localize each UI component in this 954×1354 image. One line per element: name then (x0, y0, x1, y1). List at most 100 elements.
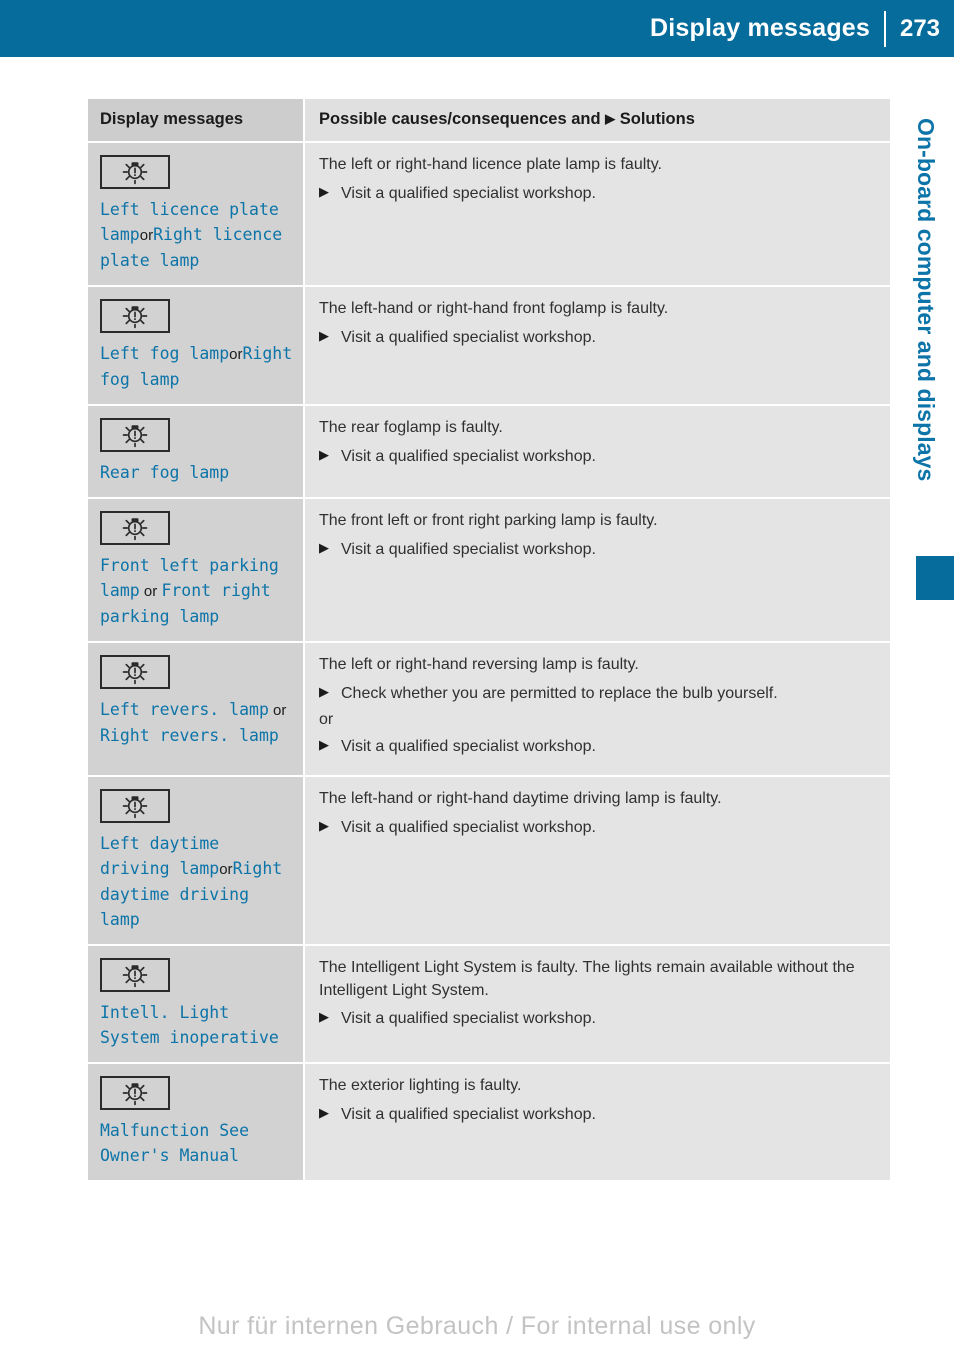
solution-step: ▶ Visit a qualified specialist workshop. (319, 183, 878, 206)
message-display-term: Left daytime driving lamp (100, 834, 220, 879)
solution-alternative-label: or (319, 711, 334, 729)
message-conjunction: or (268, 702, 287, 719)
solution-step: ▶ Visit a qualified specialist workshop. (319, 446, 878, 469)
cause-text: The exterior lighting is faulty. (319, 1077, 522, 1094)
table-row: Front left parking lamp or Front right p… (88, 497, 890, 641)
message-conjunction: or (229, 346, 243, 363)
message-display-term: Left fog lamp (100, 344, 230, 363)
solution-triangle-icon: ▶ (319, 446, 329, 462)
chapter-tab-label: On-board computer and displays (913, 118, 939, 482)
message-cell: Left licence plate lamporRight licence p… (88, 143, 305, 285)
message-conjunction: or (219, 861, 233, 879)
lamp-malfunction-icon (100, 655, 170, 689)
solution-step-text: Visit a qualified specialist workshop. (341, 1105, 596, 1123)
column-header-display-messages: Display messages (100, 110, 244, 128)
solution-step-text: Visit a qualified specialist workshop. (341, 447, 596, 465)
lamp-malfunction-icon (100, 299, 170, 333)
causes-solutions-cell: The left-hand or right-hand daytime driv… (305, 777, 890, 944)
causes-solutions-cell: The left-hand or right-hand front foglam… (305, 287, 890, 404)
message-cell: Rear fog lamp (88, 406, 305, 497)
cause-text: The left or right-hand licence plate lam… (319, 156, 662, 173)
solution-step: ▶ Visit a qualified specialist workshop. (319, 1104, 878, 1127)
chapter-tab: On-board computer and displays (0, 0, 939, 1354)
message-conjunction: or (139, 583, 162, 601)
cause-text: The left-hand or right-hand front foglam… (319, 300, 669, 317)
table-row: Left fog lamporRight fog lamp The left-ha… (88, 285, 890, 404)
solution-step-text: Visit a qualified specialist workshop. (341, 184, 596, 202)
display-message-text: Left licence plate lamporRight licence p… (100, 197, 295, 273)
lamp-malfunction-icon (100, 155, 170, 189)
message-display-term: Rear fog lamp (100, 463, 230, 482)
solution-step-text: Visit a qualified specialist workshop. (341, 738, 596, 756)
lamp-malfunction-icon (100, 418, 170, 452)
table-header-cell-messages: Display messages (88, 99, 305, 141)
solution-triangle-icon: ▶ (319, 683, 329, 699)
footer-watermark: Nur für internen Gebrauch / For internal… (198, 1312, 756, 1340)
solution-step: ▶ Check whether you are permitted to repl… (319, 683, 878, 706)
table-header-cell-causes: Possible causes/consequences and ▶ Solut… (305, 99, 890, 141)
cause-text: The Intelligent Light System is faulty. … (319, 959, 855, 999)
solution-step: ▶ Visit a qualified specialist workshop. (319, 817, 878, 840)
causes-solutions-cell: The left or right-hand reversing lamp is… (305, 643, 890, 775)
table-row: Malfunction See Owner's Manual The exteri… (88, 1062, 890, 1180)
cause-text: The front left or front right parking la… (319, 512, 658, 529)
message-cell: Left fog lamporRight fog lamp (88, 287, 305, 404)
solution-step: ▶ Visit a qualified specialist workshop. (319, 327, 878, 350)
lamp-malfunction-icon (100, 958, 170, 992)
table-row: Rear fog lamp The rear foglamp is faulty.… (88, 404, 890, 497)
causes-solutions-cell: The rear foglamp is faulty. ▶ Visit a qual… (305, 406, 890, 497)
message-display-term: Right revers. lamp (100, 725, 279, 745)
lamp-malfunction-icon (100, 511, 170, 545)
display-message-text: Rear fog lamp (100, 460, 295, 485)
message-conjunction: or (139, 227, 154, 245)
solution-step: ▶ Visit a qualified specialist workshop. (319, 539, 878, 562)
solution-step-text: Check whether you are permitted to repla… (341, 684, 778, 702)
causes-solutions-cell: The exterior lighting is faulty. ▶ Visit a… (305, 1064, 890, 1180)
message-cell: Front left parking lamp or Front right p… (88, 499, 305, 641)
message-cell: Intell. Light System inoperative (88, 946, 305, 1062)
display-message-text: Malfunction See Owner's Manual (100, 1118, 295, 1168)
column-header-solutions-text: Solutions (619, 110, 695, 128)
table-row: Left revers. lamp or Right revers. lamp T… (88, 641, 890, 775)
display-message-text: Left daytime driving lamporRight daytime… (100, 831, 295, 932)
cause-text: The left-hand or right-hand daytime driv… (319, 790, 722, 807)
column-header-causes-text: Possible causes/consequences and (319, 110, 601, 128)
solution-triangle-icon: ▶ (319, 183, 329, 199)
solution-triangle-icon: ▶ (605, 111, 616, 126)
display-message-text: Left revers. lamp or Right revers. lamp (100, 697, 295, 748)
cause-text: The rear foglamp is faulty. (319, 419, 503, 436)
lamp-malfunction-icon (100, 789, 170, 823)
message-display-term: Left revers. lamp (100, 700, 269, 719)
solution-step: ▶ Visit a qualified specialist workshop. (319, 1008, 878, 1031)
message-display-term: Malfunction See Owner's Manual (100, 1121, 250, 1166)
table-header-row: Display messages Possible causes/consequ… (88, 99, 890, 141)
solution-step-text: Visit a qualified specialist workshop. (341, 540, 596, 558)
causes-solutions-cell: The Intelligent Light System is faulty. … (305, 946, 890, 1062)
display-messages-table: Display messages Possible causes/consequ… (88, 99, 890, 1180)
cause-text: The left or right-hand reversing lamp is… (319, 656, 639, 673)
message-cell: Left daytime driving lamporRight daytime… (88, 777, 305, 944)
display-message-text: Front left parking lamp or Front right p… (100, 553, 295, 629)
causes-solutions-cell: The front left or front right parking la… (305, 499, 890, 641)
message-cell: Malfunction See Owner's Manual (88, 1064, 305, 1180)
solution-step-text: Visit a qualified specialist workshop. (341, 328, 596, 346)
solution-triangle-icon: ▶ (319, 1104, 329, 1120)
solution-triangle-icon: ▶ (319, 539, 329, 555)
page-header-bar: Display messages 273 (0, 0, 954, 57)
solution-step-text: Visit a qualified specialist workshop. (341, 818, 596, 836)
solution-triangle-icon: ▶ (319, 1009, 329, 1025)
solution-step-text: Visit a qualified specialist workshop. (341, 1010, 596, 1028)
table-row: Left daytime driving lamporRight daytime… (88, 775, 890, 944)
page-title: Display messages (650, 14, 870, 42)
display-message-text: Left fog lamporRight fog lamp (100, 341, 295, 392)
page-number: 273 (899, 14, 941, 42)
message-cell: Left revers. lamp or Right revers. lamp (88, 643, 305, 775)
display-message-text: Intell. Light System inoperative (100, 1000, 295, 1050)
table-row: Intell. Light System inoperative The Inte… (88, 944, 890, 1062)
solution-triangle-icon: ▶ (319, 327, 329, 343)
chapter-tab-marker (916, 556, 954, 600)
table-row: Left licence plate lamporRight licence p… (88, 141, 890, 285)
solution-triangle-icon: ▶ (319, 817, 329, 833)
causes-solutions-cell: The left or right-hand licence plate lam… (305, 143, 890, 285)
message-display-term: Intell. Light System inoperative (100, 1003, 279, 1048)
